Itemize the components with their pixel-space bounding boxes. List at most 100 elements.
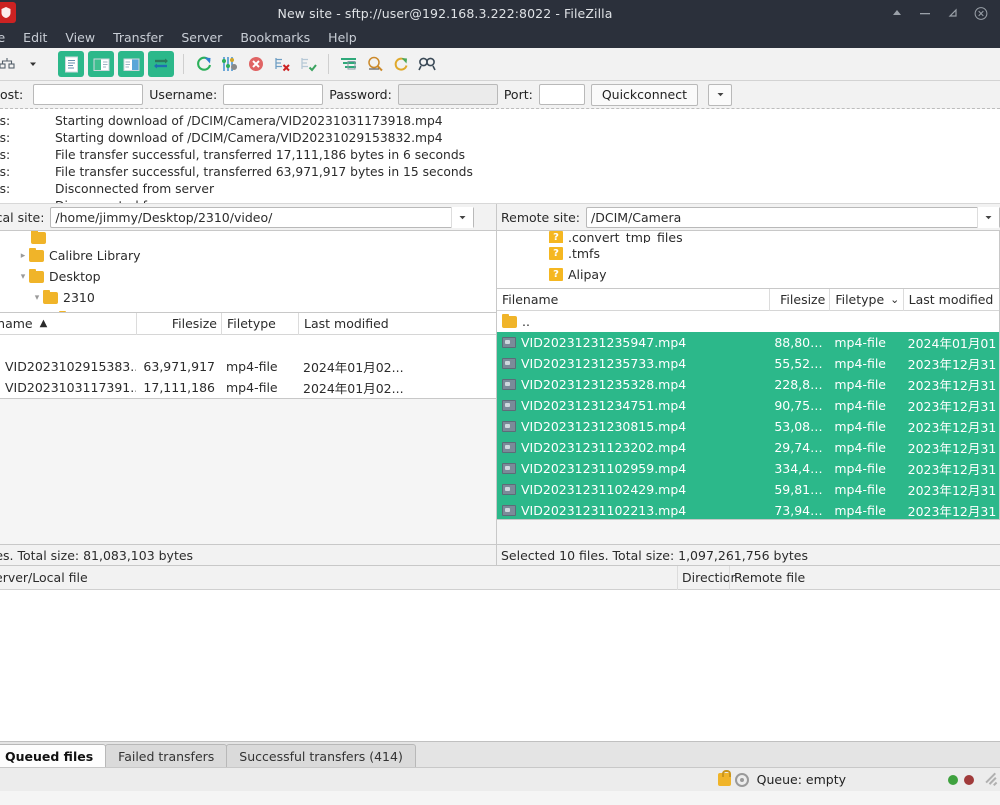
- directory-comparison-icon[interactable]: [362, 51, 388, 77]
- column-header-filename[interactable]: Filename: [497, 289, 769, 311]
- remote-site-input[interactable]: /DCIM/Camera: [586, 206, 1000, 228]
- chevron-down-icon[interactable]: [451, 206, 473, 228]
- table-row[interactable]: VID20231231235328.mp4 228,838... mp4-fil…: [497, 374, 999, 395]
- tab-queued-files[interactable]: Queued files: [0, 744, 107, 767]
- local-site-bar: ocal site: /home/jimmy/Desktop/2310/vide…: [0, 204, 496, 230]
- tree-item-photos[interactable]: photos: [0, 308, 496, 312]
- unknown-folder-icon: ?: [549, 231, 563, 243]
- column-header-filetype[interactable]: Filetype ⌄: [829, 289, 902, 311]
- password-input[interactable]: [397, 84, 498, 105]
- tree-item-desktop[interactable]: ▾ Desktop: [0, 266, 496, 287]
- menu-item-bookmarks[interactable]: Bookmarks: [231, 28, 319, 47]
- message-log[interactable]: tus: Starting download of /DCIM/Camera/V…: [0, 109, 1000, 204]
- quickconnect-button[interactable]: Quickconnect: [590, 83, 699, 106]
- cancel-icon[interactable]: [243, 51, 269, 77]
- log-row: tus: Starting download of /DCIM/Camera/V…: [0, 129, 1000, 146]
- log-message: Starting download of /DCIM/Camera/VID202…: [55, 113, 443, 128]
- reconnect-icon[interactable]: [295, 51, 321, 77]
- table-row[interactable]: VID20231231235733.mp4 55,526,... mp4-fil…: [497, 353, 999, 374]
- tree-item-2310[interactable]: ▾ 2310: [0, 287, 496, 308]
- cell-filename: VID20231231235328.mp4: [497, 377, 769, 392]
- column-header-direction[interactable]: Directior: [677, 565, 736, 590]
- menu-item-help[interactable]: Help: [319, 28, 366, 47]
- local-file-list[interactable]: lename ▲ Filesize Filetype Last modified…: [0, 312, 497, 399]
- log-message: File transfer successful, transferred 63…: [55, 164, 473, 179]
- transfer-queue[interactable]: erver/Local file Directior Remote file: [0, 565, 1000, 741]
- video-file-icon: [502, 379, 516, 390]
- minimize-button[interactable]: [918, 6, 932, 20]
- menu-item-server[interactable]: Server: [172, 28, 231, 47]
- lock-icon[interactable]: [717, 770, 731, 786]
- maximize-button[interactable]: [946, 6, 960, 20]
- tree-item-partial[interactable]: [0, 231, 496, 245]
- column-header-last-modified[interactable]: Last modified: [298, 312, 418, 335]
- refresh-icon[interactable]: [191, 51, 217, 77]
- collapse-arrow-icon[interactable]: ▾: [17, 272, 29, 282]
- column-header-remote-file[interactable]: Remote file: [729, 565, 991, 590]
- column-label: Last modified: [304, 316, 389, 331]
- local-directory-tree[interactable]: ▸ Calibre Library ▾ Desktop ▾ 2310 photo…: [0, 230, 497, 312]
- toggle-message-log-icon[interactable]: [58, 51, 84, 77]
- table-row[interactable]: VID2023103117391... 17,111,186 mp4-file …: [0, 377, 496, 398]
- column-header-filename[interactable]: lename ▲: [0, 313, 136, 335]
- host-input[interactable]: [33, 84, 144, 105]
- folder-icon: [502, 314, 517, 328]
- expand-arrow-icon[interactable]: ▸: [17, 251, 29, 261]
- toggle-transfer-queue-icon[interactable]: [148, 51, 174, 77]
- menu-item-transfer[interactable]: Transfer: [104, 28, 172, 47]
- column-header-server-local-file[interactable]: erver/Local file: [0, 566, 677, 590]
- tab-failed-transfers[interactable]: Failed transfers: [105, 744, 228, 767]
- process-queue-icon[interactable]: [217, 51, 243, 77]
- quickconnect-bar: ost: Username: Password: Port: Quickconn…: [0, 81, 1000, 109]
- menu-item-edit[interactable]: Edit: [14, 28, 56, 47]
- username-input[interactable]: [223, 84, 324, 105]
- table-row[interactable]: VID20231231102429.mp4 59,816,... mp4-fil…: [497, 479, 999, 500]
- chevron-down-icon[interactable]: [977, 206, 999, 228]
- cell-filename: VID20231231102429.mp4: [497, 482, 769, 497]
- chevron-down-icon[interactable]: [708, 83, 733, 106]
- port-input[interactable]: [538, 84, 585, 105]
- collapse-arrow-icon[interactable]: ▾: [31, 293, 43, 303]
- column-header-filetype[interactable]: Filetype: [221, 312, 298, 335]
- table-row[interactable]: VID20231231123202.mp4 29,746,... mp4-fil…: [497, 437, 999, 458]
- resize-grip-icon[interactable]: [984, 772, 998, 787]
- site-manager-dropdown-icon[interactable]: [20, 51, 46, 77]
- username-label: Username:: [149, 87, 218, 102]
- certificate-icon[interactable]: [734, 772, 749, 787]
- synchronized-browsing-icon[interactable]: [388, 51, 414, 77]
- close-button[interactable]: [974, 6, 988, 20]
- table-row[interactable]: VID2023102915383... 63,971,917 mp4-file …: [0, 356, 496, 377]
- tree-item-alipay[interactable]: ? Alipay: [497, 264, 999, 285]
- search-icon[interactable]: [414, 51, 440, 77]
- tab-successful-transfers[interactable]: Successful transfers (414): [226, 744, 416, 767]
- table-row[interactable]: VID20231231235947.mp4 88,809,... mp4-fil…: [497, 332, 999, 353]
- local-site-input[interactable]: /home/jimmy/Desktop/2310/video/: [50, 206, 474, 228]
- toggle-local-tree-icon[interactable]: [88, 51, 114, 77]
- table-row[interactable]: VID20231231102959.mp4 334,494... mp4-fil…: [497, 458, 999, 479]
- tree-item-tmfs[interactable]: ? .tmfs: [497, 243, 999, 264]
- toggle-remote-tree-icon[interactable]: [118, 51, 144, 77]
- column-header-filesize[interactable]: Filesize: [136, 312, 221, 335]
- host-label: ost:: [0, 87, 24, 102]
- table-row[interactable]: VID20231231102213.mp4 73,948,... mp4-fil…: [497, 500, 999, 519]
- column-header-filesize[interactable]: Filesize: [769, 289, 829, 311]
- filter-icon[interactable]: [336, 51, 362, 77]
- site-manager-icon[interactable]: [0, 51, 20, 77]
- disconnect-icon[interactable]: [269, 51, 295, 77]
- menu-item-view[interactable]: View: [56, 28, 104, 47]
- column-header-last-modified[interactable]: Last modified: [902, 289, 999, 311]
- remote-directory-tree[interactable]: ? .convert_tmp_files ? .tmfs ? Alipay: [497, 230, 1000, 288]
- queue-body[interactable]: [0, 590, 1000, 741]
- app-logo-icon: [0, 2, 16, 23]
- local-parent-row[interactable]: ..: [0, 335, 496, 356]
- eject-icon[interactable]: [890, 6, 904, 20]
- cell-filename: VID20231231102213.mp4: [497, 503, 769, 518]
- remote-file-list[interactable]: Filename Filesize Filetype ⌄ Last modifi…: [497, 288, 1000, 520]
- remote-parent-row[interactable]: ..: [497, 311, 999, 332]
- tree-item-calibre-library[interactable]: ▸ Calibre Library: [0, 245, 496, 266]
- table-row[interactable]: VID20231231230815.mp4 53,089,... mp4-fil…: [497, 416, 999, 437]
- table-row[interactable]: VID20231231234751.mp4 90,757,... mp4-fil…: [497, 395, 999, 416]
- tree-item-convert-tmp-files[interactable]: ? .convert_tmp_files: [497, 231, 999, 243]
- menu-item-file[interactable]: le: [0, 28, 14, 47]
- title-bar: New site - sftp://user@192.168.3.222:802…: [0, 0, 1000, 26]
